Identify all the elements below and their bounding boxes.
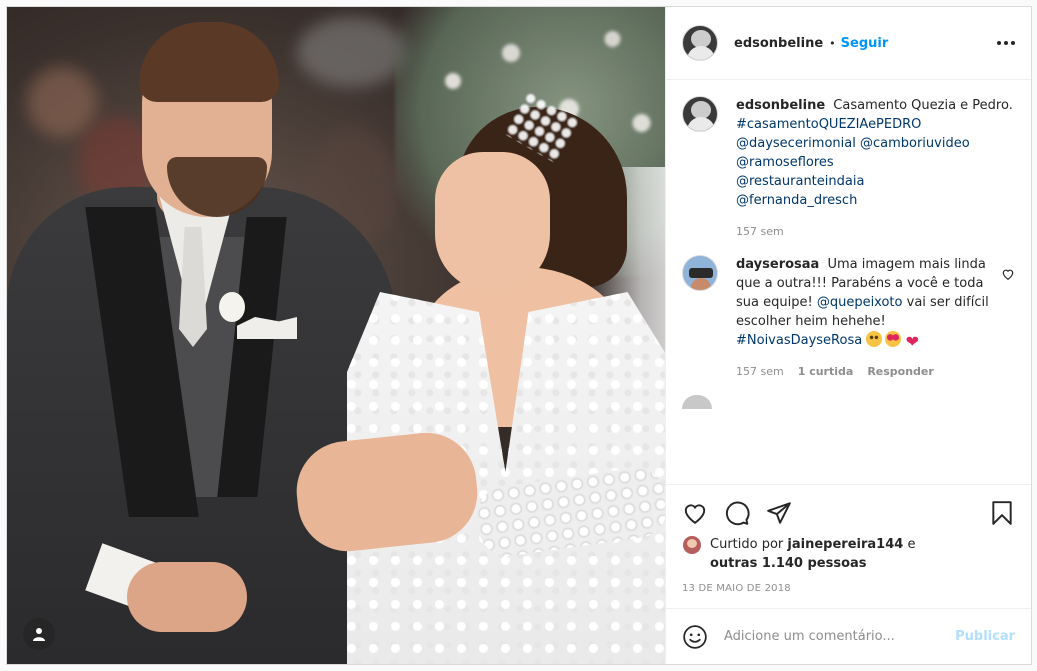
liked-by: Curtido por jainepereira144 e outras 1.1…: [682, 535, 1015, 573]
commenter-avatar[interactable]: [682, 255, 718, 291]
comment-like-icon[interactable]: [1001, 267, 1015, 281]
caption-username[interactable]: edsonbeline: [736, 98, 825, 113]
share-icon[interactable]: [766, 500, 792, 526]
comment-mention[interactable]: @quepeixoto: [817, 295, 903, 310]
comment-hashtag[interactable]: #NoivasDayseRosa: [736, 333, 862, 348]
liker-avatar[interactable]: [682, 535, 702, 555]
liked-by-prefix: Curtido por: [710, 537, 784, 552]
caption-time[interactable]: 157 sem: [736, 222, 784, 241]
comment-likes[interactable]: 1 curtida: [798, 362, 854, 381]
user-icon: [33, 628, 45, 641]
smiling-face-icon: [866, 331, 883, 347]
save-icon[interactable]: [989, 500, 1015, 526]
caption-text: Casamento Quezia e Pedro.: [833, 98, 1013, 113]
follow-button[interactable]: Seguir: [841, 36, 889, 51]
add-comment-bar: Publicar: [666, 608, 1031, 664]
liked-by-others[interactable]: outras 1.140 pessoas: [710, 556, 867, 571]
liked-by-user[interactable]: jainepereira144: [787, 537, 903, 552]
caption-mention-ramoseflores[interactable]: @ramoseflores: [736, 153, 1015, 172]
caption-mention-restauranteindaia[interactable]: @restauranteindaia: [736, 172, 1015, 191]
caption-avatar[interactable]: [682, 96, 718, 132]
post-actions: Curtido por jainepereira144 e outras 1.1…: [666, 484, 1031, 608]
publish-button[interactable]: Publicar: [955, 629, 1015, 644]
post-photo[interactable]: [7, 7, 665, 664]
liked-by-joiner: e: [907, 537, 916, 552]
caption-hashtag[interactable]: #casamentoQUEZIAePEDRO: [736, 115, 1015, 134]
reply-button[interactable]: Responder: [867, 362, 934, 381]
post-side-panel: edsonbeline • Seguir edsonbeline Casamen…: [665, 7, 1031, 664]
comment-icon[interactable]: [724, 500, 750, 526]
like-icon[interactable]: [682, 500, 708, 526]
comments-list[interactable]: edsonbeline Casamento Quezia e Pedro. #c…: [666, 80, 1031, 484]
comment-input[interactable]: [724, 629, 956, 644]
post-header: edsonbeline • Seguir: [666, 7, 1031, 80]
post-card: edsonbeline • Seguir edsonbeline Casamen…: [6, 6, 1032, 665]
comment-time[interactable]: 157 sem: [736, 362, 784, 381]
tagged-users-button[interactable]: [23, 618, 55, 650]
author-username[interactable]: edsonbeline: [734, 36, 823, 51]
next-comment-avatar: [682, 395, 712, 409]
heart-icon: ❤: [905, 332, 920, 351]
post-date[interactable]: 13 DE MAIO DE 2018: [682, 583, 1015, 608]
more-options-icon[interactable]: [997, 35, 1015, 51]
comment-username[interactable]: dayserosaa: [736, 257, 819, 272]
emoji-icon[interactable]: [682, 624, 708, 650]
author-avatar[interactable]: [682, 25, 718, 61]
comment-item: dayserosaa Uma imagem mais linda que a o…: [682, 255, 1015, 381]
heart-eyes-icon: [885, 331, 902, 347]
caption: edsonbeline Casamento Quezia e Pedro. #c…: [682, 96, 1015, 241]
caption-mention-fernanda[interactable]: @fernanda_dresch: [736, 191, 1015, 210]
caption-mentions[interactable]: @daysecerimonial @camboriuvideo: [736, 134, 1015, 153]
separator-dot: •: [829, 36, 836, 50]
